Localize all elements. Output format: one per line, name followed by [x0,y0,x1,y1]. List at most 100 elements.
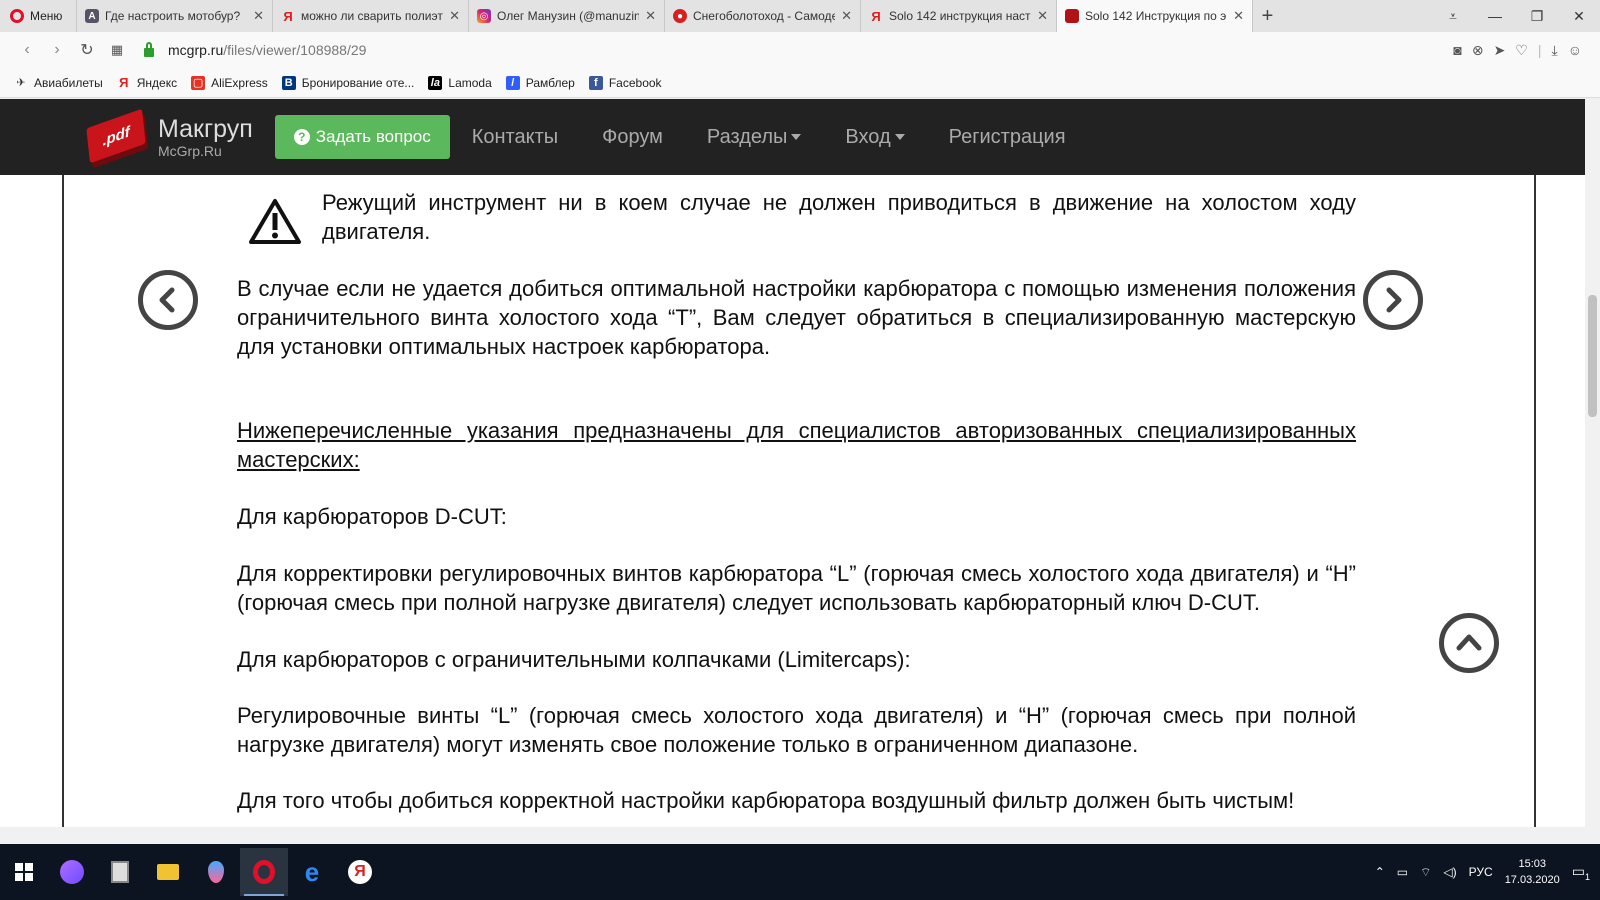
next-page-button[interactable] [1363,270,1423,330]
plane-icon: ✈ [16,77,26,89]
vertical-scrollbar[interactable] [1585,99,1600,844]
forum-icon: A [85,9,99,23]
minimize-icon[interactable]: — [1474,0,1516,32]
bookmark-item[interactable]: / Рамблер [505,75,575,90]
close-tab-icon[interactable]: ✕ [841,8,852,24]
caret-down-icon [791,134,802,140]
tab[interactable]: Я можно ли сварить полиэт ✕ [272,0,468,32]
nav-sections[interactable]: Разделы [707,126,802,149]
tab-title: Где настроить мотобур? [105,9,241,23]
previous-page-button[interactable] [138,270,198,330]
tab-menu-icon[interactable]: ⩡ [1432,0,1474,32]
adblock-icon[interactable]: ⊗ [1472,42,1484,59]
site-icon: ● [673,9,687,23]
scroll-to-top-button[interactable] [1439,613,1499,673]
opera-menu-button[interactable]: Меню [0,0,76,32]
ask-question-button[interactable]: ? Задать вопрос [274,115,450,159]
rambler-icon: / [505,75,520,90]
pdf-icon [1065,9,1079,23]
tab-title: Solo 142 инструкция наст [889,9,1031,23]
calculator-icon[interactable] [96,848,144,896]
language-indicator[interactable]: РУС [1469,865,1493,879]
snapshot-icon[interactable]: ◙ [1453,42,1461,59]
nav-login[interactable]: Вход [845,126,905,149]
tab-bar: Меню A Где настроить мотобур? ✕ Я можно … [0,0,1600,32]
instagram-icon: ◎ [477,9,491,23]
edge-icon[interactable]: e [288,848,336,896]
chevron-up-icon [1456,634,1482,651]
lock-icon [144,41,154,57]
close-tab-icon[interactable]: ✕ [1037,8,1048,24]
bookmark-item[interactable]: B Бронирование оте... [281,75,414,90]
nav-forum[interactable]: Форум [602,126,663,149]
start-button[interactable] [0,848,48,896]
speed-dial-icon[interactable]: ▦ [102,42,132,58]
maps-icon[interactable] [192,848,240,896]
bookmark-heart-icon[interactable]: ♡ [1515,42,1528,59]
nav-contacts[interactable]: Контакты [472,126,558,149]
window-controls: ⩡ — ❐ ✕ [1432,0,1600,32]
logo-subtitle: McGrp.Ru [158,142,222,159]
download-icon[interactable]: ⤓ [1552,42,1558,59]
bookmark-item[interactable]: ✈ Авиабилеты [14,76,102,90]
doc-paragraph: Регулировочные винты “L” (горючая смесь … [237,703,1356,757]
scrollbar-thumb[interactable] [1588,295,1597,417]
tab[interactable]: ● Снегоболотоход - Самоде ✕ [664,0,860,32]
bookmark-item[interactable]: la Lamoda [428,75,492,90]
reload-icon[interactable]: ↻ [72,40,102,60]
bookmark-item[interactable]: f Facebook [588,75,662,90]
volume-icon[interactable]: ◁) [1443,865,1456,879]
windows-logo-icon [15,863,33,881]
close-tab-icon[interactable]: ✕ [645,8,656,24]
profile-icon[interactable]: ☺ [1568,42,1582,59]
divider: | [1537,41,1542,58]
tab-title: Solo 142 Инструкция по э [1085,9,1227,23]
caret-down-icon [894,134,905,140]
yandex-browser-icon[interactable]: Я [336,848,384,896]
alice-assistant-icon[interactable] [48,848,96,896]
opera-logo-icon [10,9,24,23]
maximize-icon[interactable]: ❐ [1516,0,1558,32]
nav-register[interactable]: Регистрация [949,126,1066,149]
close-tab-icon[interactable]: ✕ [253,8,264,24]
question-icon: ? [293,129,310,145]
doc-paragraph: Для карбюраторов с ограничительными колп… [237,647,911,672]
clock[interactable]: 15:03 17.03.2020 [1505,856,1560,888]
forward-icon[interactable]: › [42,41,72,59]
doc-paragraph: Для карбюраторов D-CUT: [237,504,507,529]
menu-label: Меню [30,9,63,23]
chevron-right-icon [1386,287,1402,313]
new-tab-button[interactable]: + [1252,0,1282,32]
send-icon[interactable]: ➤ [1494,42,1506,59]
doc-paragraph-underlined: Нижеперечисленные указания предназначены… [237,418,1356,472]
notifications-icon[interactable]: ▭1 [1572,863,1590,882]
aliexpress-icon: ▢ [191,75,206,90]
battery-icon[interactable]: ▭ [1397,865,1408,879]
bookmark-item[interactable]: ▢ AliExpress [191,75,268,90]
wifi-icon[interactable]: ⌔ [1420,865,1431,880]
tab[interactable]: Я Solo 142 инструкция наст ✕ [860,0,1056,32]
opera-taskbar-icon[interactable] [240,848,288,896]
doc-paragraph: Для того чтобы добиться корректной настр… [237,788,1295,813]
tab[interactable]: A Где настроить мотобур? ✕ [76,0,272,32]
address-actions: ◙ ⊗ ➤ ♡ | ⤓ ☺ [1453,42,1600,59]
back-icon[interactable]: ‹ [12,41,42,59]
tab-title: Снегоболотоход - Самоде [693,9,836,23]
close-tab-icon[interactable]: ✕ [1233,8,1244,24]
booking-icon: B [281,75,296,90]
file-explorer-icon[interactable] [144,848,192,896]
yandex-icon: Я [283,8,293,24]
horizontal-scrollbar[interactable] [0,827,1585,844]
bookmark-item[interactable]: Я Яндекс [117,75,177,90]
warning-icon [249,199,301,244]
close-tab-icon[interactable]: ✕ [449,8,460,24]
chevron-up-icon[interactable]: ⌃ [1375,865,1385,879]
tab[interactable]: ◎ Олег Манузин (@manuzin ✕ [468,0,664,32]
site-logo[interactable]: .pdf Макгруп McGrp.Ru [84,108,253,164]
url-field[interactable]: mcgrp.ru/files/viewer/108988/29 [168,42,366,58]
pdf-book-icon: .pdf [84,108,152,164]
lamoda-icon: la [428,75,443,90]
tab-active[interactable]: Solo 142 Инструкция по э ✕ [1056,0,1252,32]
yandex-icon: Я [871,8,881,24]
close-window-icon[interactable]: ✕ [1558,0,1600,32]
